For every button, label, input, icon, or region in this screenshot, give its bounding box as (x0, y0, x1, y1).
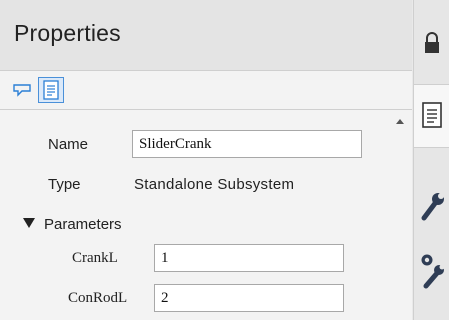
document-view-button[interactable] (38, 77, 64, 103)
name-label: Name (48, 136, 89, 153)
name-field[interactable]: SliderCrank (132, 130, 362, 158)
panel-toolbar (0, 71, 412, 110)
lock-icon (425, 32, 439, 53)
panel-title: Properties (14, 20, 121, 46)
vertical-scrollbar[interactable] (390, 112, 410, 320)
side-tab-wrench[interactable] (414, 180, 449, 230)
side-tab-properties[interactable] (414, 84, 449, 148)
scroll-up-button[interactable] (390, 112, 410, 132)
wrench-icon (421, 193, 444, 221)
document-icon (43, 80, 59, 100)
wrench-gear-icon (421, 254, 445, 289)
caret-up-icon (396, 119, 404, 124)
properties-content: Name SliderCrank Type Standalone Subsyst… (14, 112, 390, 320)
parameters-section-toggle[interactable]: Parameters (22, 214, 182, 236)
param-field-conrodl[interactable]: 2 (154, 284, 344, 312)
type-value: Standalone Subsystem (134, 176, 295, 193)
param-label-crankl: CrankL (72, 250, 118, 266)
panel-header: Properties (0, 0, 412, 71)
document-icon (422, 102, 442, 128)
comment-toggle-button[interactable] (10, 77, 36, 103)
triangle-down-icon (23, 218, 35, 228)
type-label: Type (48, 176, 81, 193)
properties-panel: Properties Name SliderCrank Type Standal… (0, 0, 412, 320)
param-field-crankl[interactable]: 1 (154, 244, 344, 272)
side-tab-strip (413, 0, 449, 320)
side-tab-wrench-gear[interactable] (414, 246, 449, 296)
param-label-conrodl: ConRodL (68, 290, 128, 306)
side-tab-lock[interactable] (414, 22, 449, 62)
parameters-section-label: Parameters (44, 216, 122, 233)
comment-icon (13, 84, 31, 97)
